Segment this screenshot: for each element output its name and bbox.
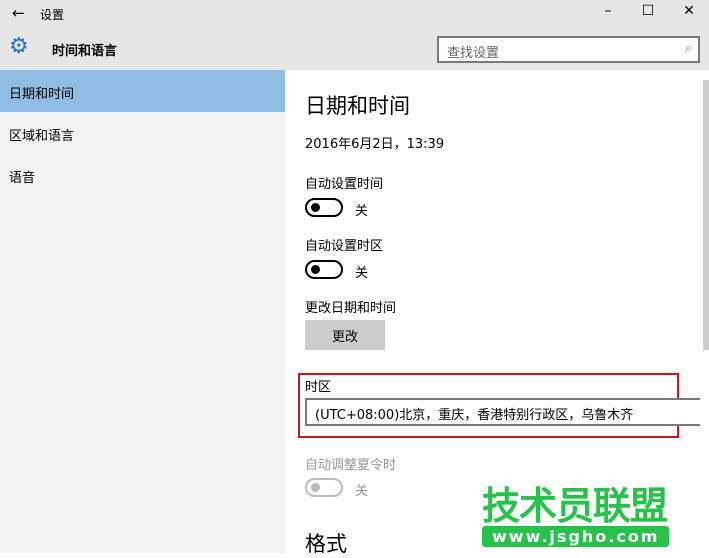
minimize-button[interactable]: – <box>598 3 618 19</box>
change-datetime-label: 更改日期和时间 <box>305 301 397 316</box>
search-input[interactable]: 查找设置 ⌕ <box>437 36 700 63</box>
close-button[interactable]: ✕ <box>679 3 699 19</box>
timezone-label: 时区 <box>305 380 332 395</box>
sidebar-item-speech[interactable]: 语音 <box>0 154 285 196</box>
current-datetime: 2016年6月2日，13:39 <box>305 137 445 152</box>
format-title: 格式 <box>305 532 347 556</box>
auto-zone-state: 关 <box>355 266 369 281</box>
timezone-select[interactable]: (UTC+08:00)北京，重庆，香港特别行政区，乌鲁木齐 <box>305 398 700 426</box>
auto-time-label: 自动设置时间 <box>305 177 384 192</box>
main-content: 日期和时间 2016年6月2日，13:39 自动设置时间 关 自动设置时区 关 … <box>285 70 709 556</box>
watermark-url: www.jsgho.com <box>482 526 670 547</box>
auto-time-state: 关 <box>355 204 369 219</box>
sidebar-item-date-time[interactable]: 日期和时间 <box>0 70 285 112</box>
title-bar: ← 设置 – ☐ ✕ <box>0 0 709 28</box>
change-button[interactable]: 更改 <box>305 320 385 350</box>
gear-icon: ⚙ <box>9 34 29 59</box>
maximize-button[interactable]: ☐ <box>638 3 658 19</box>
section-title: 日期和时间 <box>305 94 410 118</box>
dst-label: 自动调整夏令时 <box>305 458 397 473</box>
sidebar-item-region-language[interactable]: 区域和语言 <box>0 112 285 154</box>
page-title: 时间和语言 <box>52 44 118 59</box>
watermark-logo: 技术员联盟 www.jsgho.com <box>482 486 709 553</box>
scrollbar[interactable] <box>703 80 709 350</box>
window-title: 设置 <box>40 8 65 22</box>
back-button[interactable]: ← <box>12 4 25 22</box>
sidebar: 日期和时间 区域和语言 语音 <box>0 70 285 553</box>
timezone-value: (UTC+08:00)北京，重庆，香港特别行政区，乌鲁木齐 <box>315 408 634 423</box>
auto-zone-label: 自动设置时区 <box>305 239 384 254</box>
search-placeholder: 查找设置 <box>447 46 500 61</box>
dst-state: 关 <box>355 484 369 499</box>
search-icon: ⌕ <box>684 41 692 56</box>
header: ⚙ 时间和语言 查找设置 ⌕ <box>0 28 709 70</box>
auto-time-toggle[interactable] <box>305 198 343 217</box>
auto-zone-toggle[interactable] <box>305 260 343 279</box>
watermark-name: 技术员联盟 <box>482 484 668 528</box>
dst-toggle <box>305 478 343 497</box>
